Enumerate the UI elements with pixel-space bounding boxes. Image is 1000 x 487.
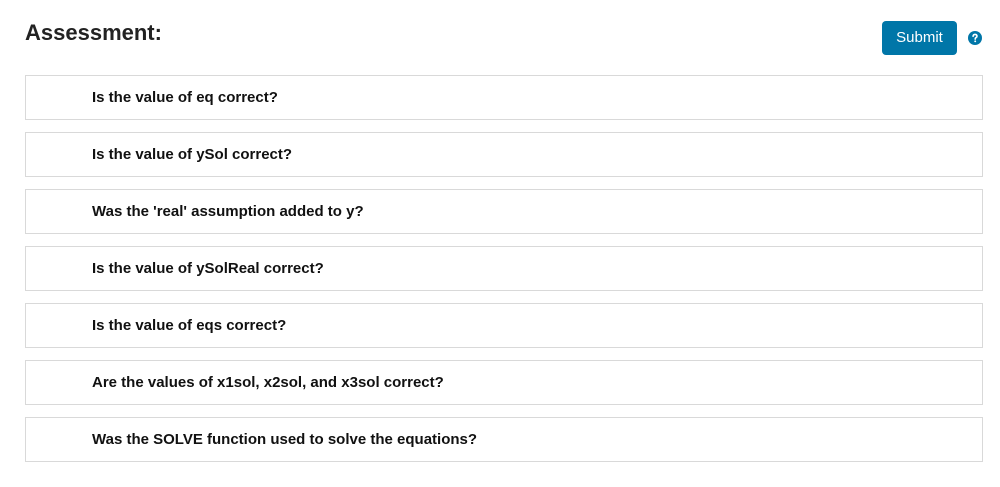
test-status-placeholder <box>44 259 64 279</box>
test-status-placeholder <box>44 373 64 393</box>
test-item[interactable]: Is the value of ySolReal correct? <box>25 246 983 291</box>
test-status-placeholder <box>44 316 64 336</box>
test-status-placeholder <box>44 202 64 222</box>
test-status-placeholder <box>44 88 64 108</box>
assessment-test-list: Is the value of eq correct? Is the value… <box>25 75 983 462</box>
test-status-placeholder <box>44 145 64 165</box>
test-status-placeholder <box>44 430 64 450</box>
test-item[interactable]: Was the SOLVE function used to solve the… <box>25 417 983 462</box>
test-label: Is the value of ySolReal correct? <box>92 260 324 277</box>
test-item[interactable]: Is the value of eq correct? <box>25 75 983 120</box>
page-title: Assessment: <box>25 20 162 45</box>
test-label: Is the value of eq correct? <box>92 89 278 106</box>
question-circle-icon <box>968 31 982 45</box>
test-label: Is the value of eqs correct? <box>92 317 287 334</box>
test-item[interactable]: Was the 'real' assumption added to y? <box>25 189 983 234</box>
assessment-panel: Assessment: Submit Is the value of eq co… <box>0 0 1000 487</box>
test-label: Are the values of x1sol, x2sol, and x3so… <box>92 374 444 391</box>
test-label: Was the SOLVE function used to solve the… <box>92 431 478 448</box>
test-label: Is the value of ySol correct? <box>92 146 293 163</box>
test-item[interactable]: Are the values of x1sol, x2sol, and x3so… <box>25 360 983 405</box>
submit-button[interactable]: Submit <box>882 21 957 55</box>
test-item[interactable]: Is the value of eqs correct? <box>25 303 983 348</box>
help-icon[interactable] <box>968 31 982 45</box>
test-label: Was the 'real' assumption added to y? <box>92 203 364 220</box>
test-item[interactable]: Is the value of ySol correct? <box>25 132 983 177</box>
